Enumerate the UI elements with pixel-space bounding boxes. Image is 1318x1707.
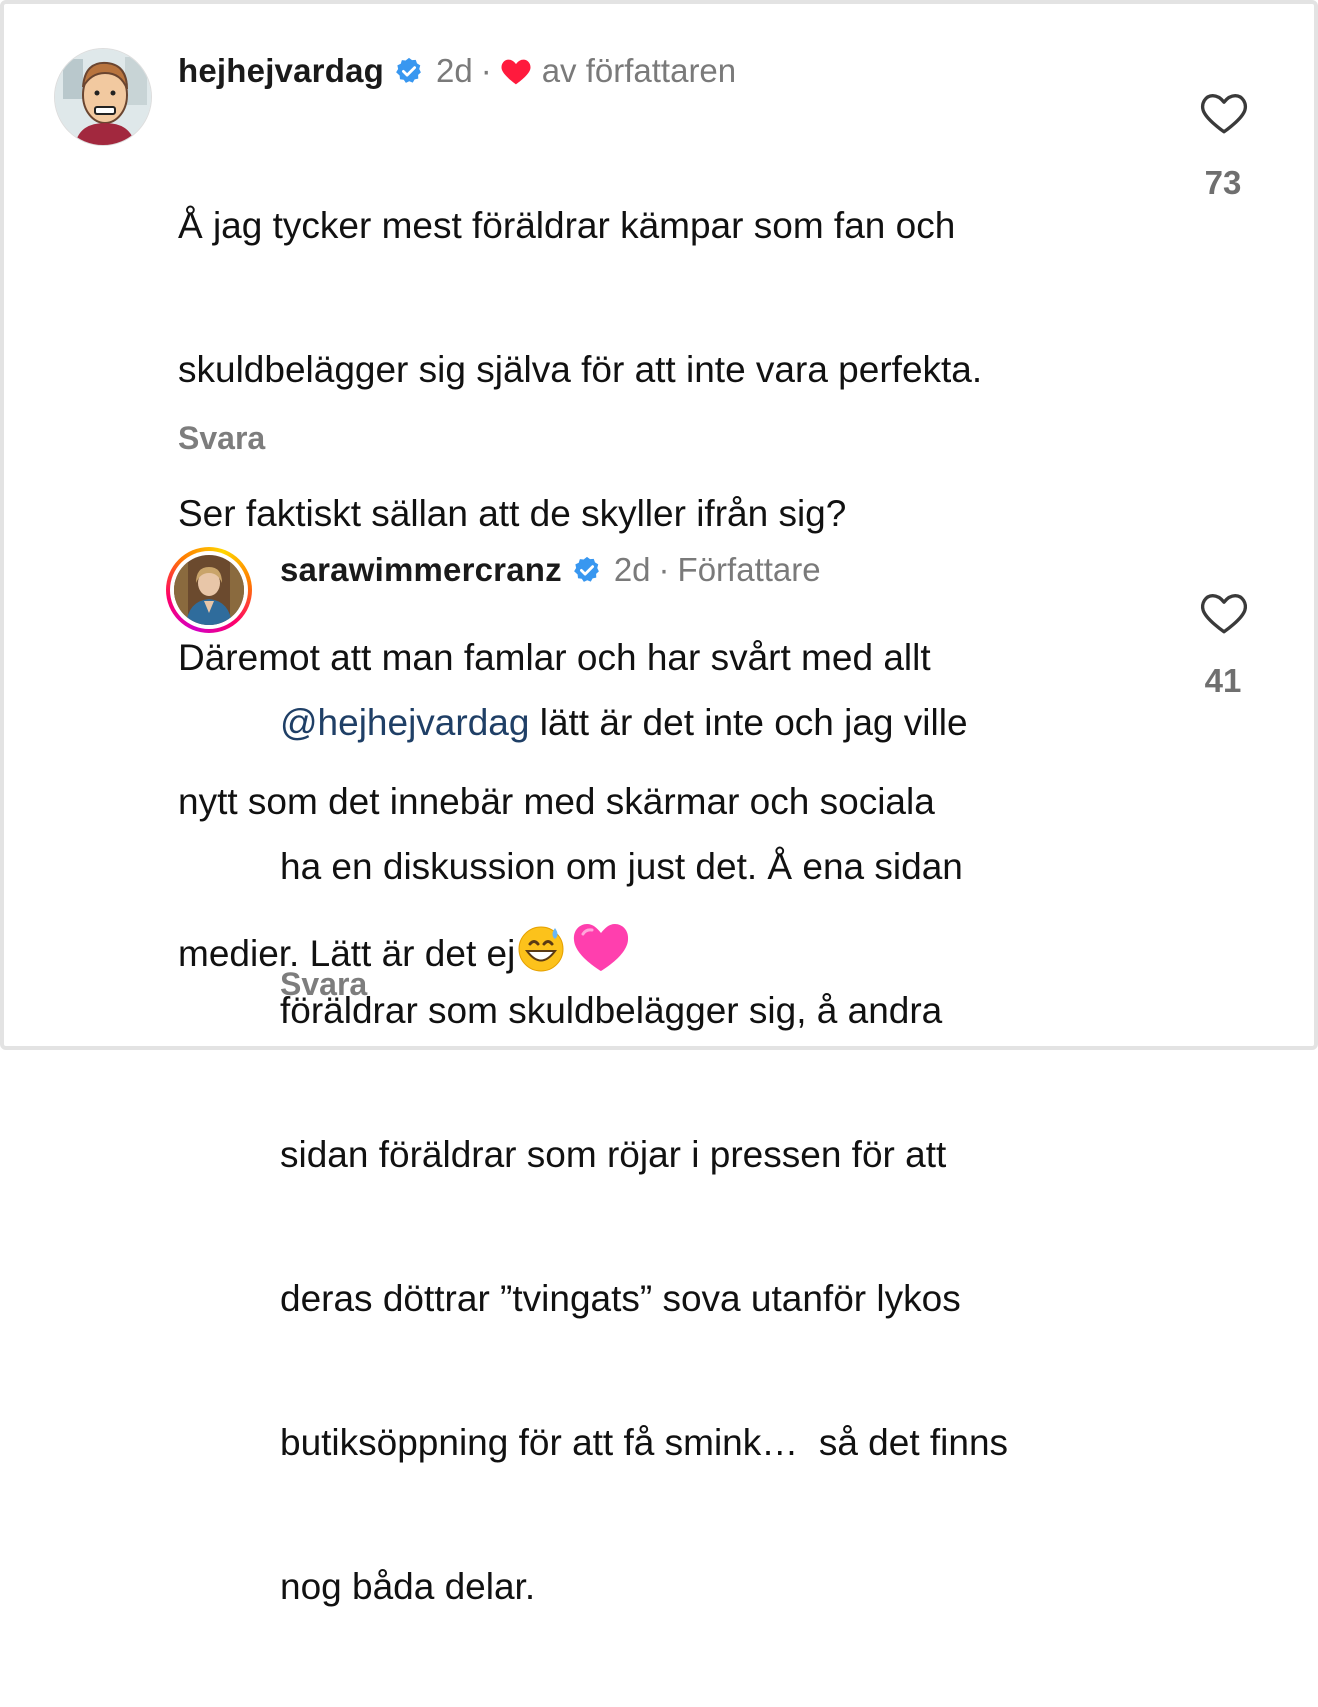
comment-line: lätt är det inte och jag ville	[529, 702, 968, 743]
comment-line: nog båda delar.	[280, 1566, 536, 1607]
author-badge: Författare	[677, 551, 821, 588]
username[interactable]: sarawimmercranz	[280, 550, 562, 590]
avatar-story-ring[interactable]	[166, 547, 252, 633]
separator: ·	[658, 551, 670, 588]
comment-line: ha en diskussion om just det. Å ena sida…	[280, 846, 963, 887]
comment-line: föräldrar som skuldbelägger sig, å andra	[280, 990, 943, 1031]
comment-line: skuldbelägger sig själva för att inte va…	[178, 349, 983, 390]
comment-line-first: @hejhejvardag lätt är det inte och jag v…	[280, 699, 1180, 747]
comment-text: @hejhejvardag lätt är det inte och jag v…	[280, 603, 1180, 1707]
comment-2-reply: sarawimmercranz 2d · Författare @hejhejv…	[4, 484, 1318, 1607]
like-count: 73	[1204, 164, 1242, 201]
photo-avatar-icon	[174, 555, 244, 625]
mention-link[interactable]: @hejhejvardag	[280, 702, 529, 743]
separator: ·	[480, 52, 492, 89]
heart-outline-icon[interactable]	[1199, 590, 1249, 636]
comment-header: sarawimmercranz 2d · Författare	[280, 550, 821, 590]
cartoon-avatar-icon	[55, 49, 151, 145]
timestamp: 2d	[613, 551, 651, 588]
timestamp: 2d	[435, 52, 473, 89]
liked-by-author-label: av författaren	[541, 52, 737, 89]
comment-line: butiksöppning för att få smink… så det f…	[280, 1422, 1009, 1463]
comment-line: sidan föräldrar som röjar i pressen för …	[280, 1134, 947, 1175]
avatar[interactable]	[54, 48, 152, 146]
username[interactable]: hejhejvardag	[178, 51, 384, 91]
like-count: 41	[1204, 662, 1242, 699]
heart-outline-icon[interactable]	[1199, 90, 1249, 136]
reply-button[interactable]: Svara	[178, 420, 265, 457]
comment-line: Å jag tycker mest föräldrar kämpar som f…	[178, 205, 956, 246]
comment-line: deras döttrar ”tvingats” sova utanför ly…	[280, 1278, 961, 1319]
red-heart-icon	[501, 59, 531, 85]
comment-header: hejhejvardag 2d · av författaren	[178, 51, 736, 91]
comment-thread: hejhejvardag 2d · av författaren Å jag t…	[0, 0, 1318, 1607]
reply-button[interactable]: Svara	[280, 966, 367, 1003]
comment-1: hejhejvardag 2d · av författaren Å jag t…	[4, 4, 1318, 974]
avatar-inner	[170, 551, 248, 629]
verified-badge-icon	[573, 556, 599, 582]
verified-badge-icon	[396, 57, 421, 83]
